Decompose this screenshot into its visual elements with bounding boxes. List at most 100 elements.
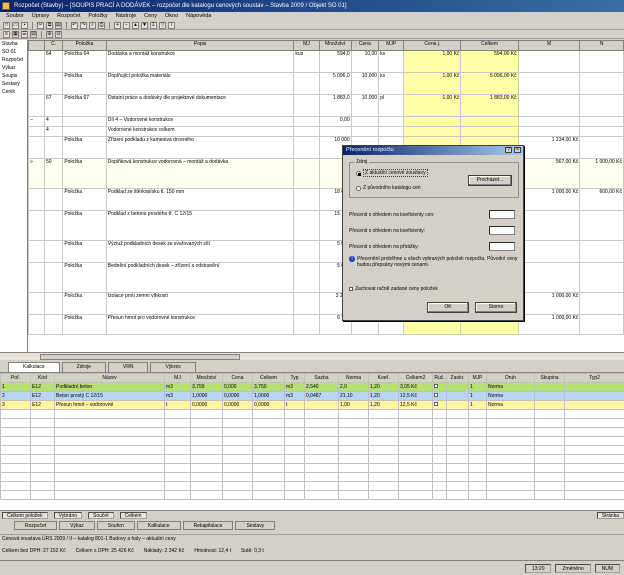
expand-icon[interactable]: ⊞ (46, 30, 53, 38)
budget-row[interactable]: Položka Bednění podkladních desek – zříze… (28, 262, 624, 293)
cell-desc[interactable]: Podklad ze štěrkopísku tl. 150 mm (105, 188, 295, 211)
cell-pol[interactable]: Položka (62, 262, 107, 293)
cell-mjp[interactable] (378, 116, 405, 127)
cell-pol[interactable]: Položka (62, 314, 107, 335)
view-grid-icon[interactable]: ▦ (12, 30, 19, 38)
cell-n[interactable] (44, 136, 64, 159)
menu-help[interactable]: Nápověda (186, 12, 211, 21)
cell-cj[interactable] (403, 126, 462, 137)
cell-c[interactable] (28, 72, 46, 95)
paste-icon[interactable]: ▤ (55, 21, 62, 29)
cell-nn[interactable]: 1 000,00 Kč (579, 158, 624, 189)
detail-cell[interactable]: 3,750 (190, 382, 223, 392)
budget-row[interactable]: Položka Podklad z betonu prostého tř. C 1… (28, 210, 624, 241)
detail-cell[interactable]: 3,750 (252, 382, 285, 392)
detail-column-header[interactable]: Typ2 (564, 373, 624, 383)
detail-cell[interactable] (534, 400, 565, 410)
cut-icon[interactable]: ✂ (37, 21, 44, 29)
cell-nn[interactable] (579, 240, 624, 263)
detail-cell[interactable] (446, 391, 469, 401)
cell-q[interactable]: 0,00 (318, 116, 352, 127)
cell-n[interactable]: 50 (44, 158, 64, 189)
cell-c[interactable] (28, 262, 46, 293)
column-header[interactable]: Množství (318, 40, 352, 51)
detail-cell[interactable]: 1,20 (368, 391, 399, 401)
cell-n[interactable] (44, 292, 64, 315)
cell-c[interactable] (28, 210, 46, 241)
cell-m[interactable]: 1 000,00 Kč (517, 314, 581, 335)
column-header[interactable] (28, 40, 46, 51)
column-header[interactable]: Č. (44, 40, 64, 51)
column-header[interactable]: Popis (105, 40, 295, 51)
cell-m[interactable] (517, 240, 581, 263)
detail-column-header[interactable]: Množství (190, 373, 223, 383)
tree-item[interactable]: Výkaz (0, 64, 27, 72)
radio-original-catalog[interactable]: Z původního katalogu cen (356, 185, 421, 191)
detail-column-header[interactable]: Poř. (0, 373, 31, 383)
detail-cell[interactable]: 12,5 Kč (398, 400, 433, 410)
detail-cell[interactable]: Podkladní beton (54, 382, 165, 392)
cell-m[interactable] (517, 72, 581, 95)
cell-desc[interactable]: Dodávka a montáž konstrukce (105, 50, 295, 73)
cell-n[interactable] (44, 210, 64, 241)
close-icon[interactable]: × (514, 147, 521, 153)
cell-mj[interactable]: kus (293, 50, 320, 73)
cancel-button[interactable]: Storno (475, 302, 517, 313)
menu-window[interactable]: Okno (165, 12, 178, 21)
cell-desc[interactable]: Díl 4 – Vodorovné konstrukce (105, 116, 295, 127)
column-header[interactable]: N (579, 40, 624, 51)
cell-mj[interactable] (293, 188, 320, 211)
detail-cell[interactable] (534, 391, 565, 401)
cell-nn[interactable] (579, 126, 624, 137)
cell-cel[interactable] (460, 126, 519, 137)
cell-desc[interactable]: Doplňující položka materiálu (105, 72, 295, 95)
cell-desc[interactable]: Podklad z betonu prostého tř. C 12/15 (105, 210, 295, 241)
cell-cel[interactable]: 5 096,00 Kč (460, 72, 519, 95)
cell-nn[interactable] (579, 262, 624, 293)
cell-mj[interactable] (293, 136, 320, 159)
cell-nn[interactable] (579, 116, 624, 127)
column-header[interactable]: M (517, 40, 581, 51)
cell-m[interactable]: 1 000,00 Kč (517, 188, 581, 211)
detail-column-header[interactable]: MJP (468, 373, 487, 383)
column-header[interactable]: Cena (350, 40, 380, 51)
budget-row[interactable]: PoložkaIzolace proti zemní vlhkosti3 2,0… (28, 292, 624, 315)
detail-cell[interactable]: 0,0000 (252, 400, 285, 410)
detail-cell[interactable] (446, 382, 469, 392)
cell-desc[interactable]: Ostatní práce a dodávky dle projektové d… (105, 94, 295, 117)
tab-vrn[interactable]: VRN (107, 362, 149, 372)
view-details-icon[interactable]: ▤ (30, 30, 37, 38)
menu-items[interactable]: Položky (88, 12, 107, 21)
detail-cell[interactable] (564, 382, 624, 392)
cell-c[interactable] (28, 50, 46, 73)
view-list-icon[interactable]: ☰ (21, 30, 28, 38)
view-tree-icon[interactable]: ≡ (3, 30, 10, 38)
cell-m[interactable] (517, 262, 581, 293)
cell-pol[interactable]: Položka (62, 72, 107, 95)
detail-cell[interactable] (432, 400, 447, 410)
cell-p[interactable]: 10,000 (350, 72, 380, 95)
detail-column-header[interactable]: Koef. (368, 373, 399, 383)
cell-c[interactable]: » (28, 158, 46, 189)
cell-cj[interactable] (403, 116, 462, 127)
detail-cell[interactable]: m3 (284, 391, 305, 401)
menu-tools[interactable]: Nástroje (116, 12, 136, 21)
detail-column-header[interactable]: Druh (486, 373, 535, 383)
cell-pol[interactable] (62, 126, 107, 137)
cell-desc[interactable]: Bednění podkladních desek – zřízení a od… (105, 262, 295, 293)
cell-mjp[interactable] (378, 126, 405, 137)
detail-cell[interactable]: m3 (284, 382, 305, 392)
detail-column-header[interactable]: Sazba (304, 373, 339, 383)
cell-pol[interactable]: Položka (62, 158, 107, 189)
cell-n[interactable] (44, 188, 64, 211)
cell-p[interactable]: 10,00 (350, 50, 380, 73)
detail-column-header[interactable]: Ruč. (432, 373, 447, 383)
cell-pol[interactable] (62, 116, 107, 127)
filter-icon[interactable]: ▽ (159, 21, 166, 29)
coef-prices-input[interactable] (489, 210, 515, 219)
detail-cell[interactable] (304, 400, 339, 410)
detail-column-header[interactable]: MJ (164, 373, 191, 383)
cell-mj[interactable] (293, 262, 320, 293)
detail-column-header[interactable]: Norma (338, 373, 369, 383)
redo-icon[interactable]: ↷ (80, 21, 87, 29)
